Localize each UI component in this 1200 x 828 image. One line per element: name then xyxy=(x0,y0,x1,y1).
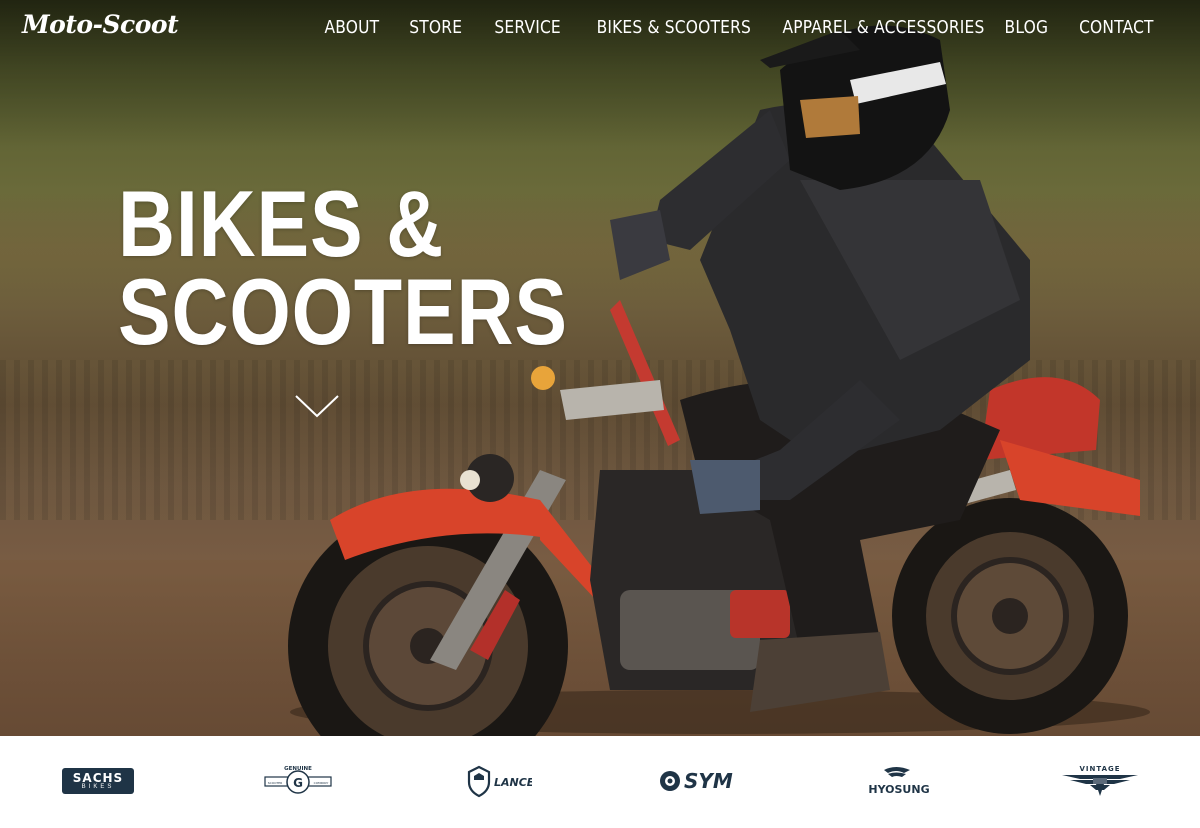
nav-item-contact[interactable]: CONTACT xyxy=(1079,17,1154,38)
svg-text:COMPANY: COMPANY xyxy=(314,781,329,785)
rider-on-motorbike-image xyxy=(288,25,1150,736)
lance-shield-icon: LANCE xyxy=(467,765,532,798)
main-menu: ABOUT STORE SERVICE BIKES & SCOOTERS APP… xyxy=(320,17,1160,38)
svg-text:HYOSUNG: HYOSUNG xyxy=(868,783,929,796)
vintage-wings-icon: VINTAGE xyxy=(1062,765,1138,796)
hero-title: BIKES & SCOOTERS xyxy=(118,171,568,364)
sachs-bikes-logo[interactable]: SACHS BIKES xyxy=(60,756,136,806)
hero-title-line-1: BIKES & xyxy=(118,171,445,276)
svg-text:GENUINE: GENUINE xyxy=(284,766,312,772)
sym-logo[interactable]: SYM xyxy=(658,756,742,806)
brand-logos-strip: SACHS BIKES G GENUINE SCOOTER COMPANY LA… xyxy=(0,736,1200,828)
svg-text:SCOOTER: SCOOTER xyxy=(268,781,283,785)
genuine-badge-icon: G GENUINE SCOOTER COMPANY xyxy=(264,766,332,794)
svg-text:LANCE: LANCE xyxy=(494,776,532,789)
svg-text:SYM: SYM xyxy=(684,769,733,793)
genuine-scooter-company-logo[interactable]: G GENUINE SCOOTER COMPANY xyxy=(262,756,334,806)
nav-item-service[interactable]: SERVICE xyxy=(494,17,560,38)
nav-item-bikes-scooters[interactable]: BIKES & SCOOTERS xyxy=(597,17,751,38)
sym-mark-icon: SYM xyxy=(660,769,733,793)
nav-item-about[interactable]: ABOUT xyxy=(324,17,379,38)
hyosung-wing-icon: HYOSUNG xyxy=(868,767,930,796)
svg-text:VINTAGE: VINTAGE xyxy=(1079,765,1120,773)
hero-banner xyxy=(0,0,1200,736)
nav-item-store[interactable]: STORE xyxy=(410,17,463,38)
nav-item-apparel-accessories[interactable]: APPAREL & ACCESSORIES xyxy=(782,17,984,38)
hyosung-logo[interactable]: HYOSUNG xyxy=(866,756,932,806)
sachs-wordmark: SACHS xyxy=(72,770,124,785)
sachs-subtitle: BIKES xyxy=(81,783,115,790)
svg-text:G: G xyxy=(293,776,303,790)
lance-logo[interactable]: LANCE xyxy=(466,756,532,806)
chevron-down-icon[interactable] xyxy=(294,393,340,419)
nav-item-blog[interactable]: BLOG xyxy=(1004,17,1048,38)
hero-title-line-2: SCOOTERS xyxy=(118,259,568,364)
site-logo[interactable]: Moto-Scoot xyxy=(22,10,179,39)
top-navigation: Moto-Scoot ABOUT STORE SERVICE BIKES & S… xyxy=(0,0,1200,58)
vintage-logo[interactable]: VINTAGE xyxy=(1060,756,1140,806)
